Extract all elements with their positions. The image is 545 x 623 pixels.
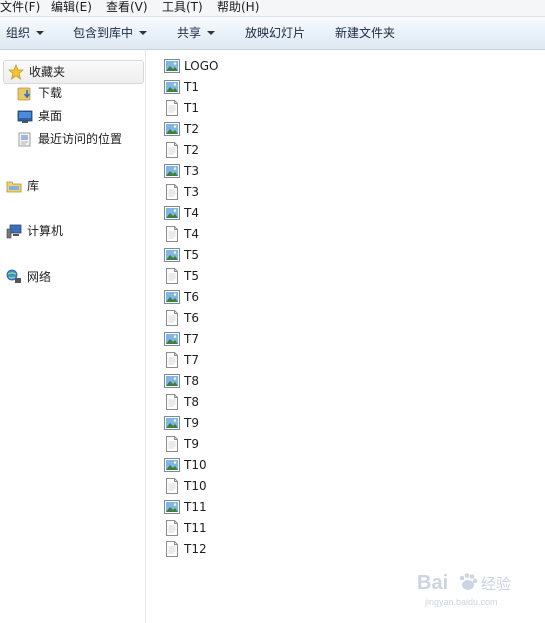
text-file-icon — [164, 478, 180, 494]
file-name: T12 — [184, 542, 207, 556]
file-name: T5 — [184, 248, 199, 262]
file-name: T8 — [184, 395, 199, 409]
command-bar: 组织 包含到库中 共享 放映幻灯片 新建文件夹 — [0, 17, 545, 50]
nav-favorites[interactable]: 收藏夹 — [3, 60, 144, 84]
file-name: LOGO — [184, 59, 219, 73]
image-file-icon — [164, 331, 180, 347]
text-file-icon — [164, 268, 180, 284]
image-file-icon — [164, 79, 180, 95]
watermark-url: jingyan.baidu.com — [424, 597, 498, 607]
nav-recent-label: 最近访问的位置 — [38, 132, 123, 146]
organize-label: 组织 — [6, 26, 31, 40]
image-file-icon — [164, 121, 180, 137]
text-file-icon — [164, 394, 180, 410]
menu-edit[interactable]: 编辑(E) — [51, 0, 92, 16]
text-file-icon — [164, 352, 180, 368]
nav-network[interactable]: 网络 — [6, 266, 142, 288]
computer-icon — [6, 223, 22, 239]
text-file-icon — [164, 100, 180, 116]
desktop-icon — [17, 108, 33, 124]
include-library-button[interactable]: 包含到库中 — [73, 17, 148, 49]
file-name: T7 — [184, 332, 199, 346]
nav-network-label: 网络 — [27, 270, 52, 284]
file-name: T3 — [184, 185, 199, 199]
watermark-brand2: 经验 — [481, 575, 511, 593]
image-file-icon — [164, 457, 180, 473]
menu-tools[interactable]: 工具(T) — [162, 0, 203, 16]
file-name: T2 — [184, 122, 199, 136]
download-folder-icon — [17, 85, 33, 101]
image-file-icon — [164, 163, 180, 179]
file-name: T11 — [184, 521, 207, 535]
file-name: T2 — [184, 143, 199, 157]
new-folder-button[interactable]: 新建文件夹 — [335, 17, 395, 49]
image-file-icon — [164, 373, 180, 389]
network-icon — [6, 269, 22, 285]
image-file-icon — [164, 247, 180, 263]
text-file-icon — [164, 436, 180, 452]
file-name: T9 — [184, 437, 199, 451]
watermark: Bai 经验 jingyan.baidu.com — [417, 567, 527, 609]
organize-button[interactable]: 组织 — [6, 17, 45, 49]
file-name: T11 — [184, 500, 207, 514]
text-file-icon — [164, 184, 180, 200]
chevron-down-icon — [139, 30, 148, 35]
file-name: T7 — [184, 353, 199, 367]
file-name: T4 — [184, 206, 199, 220]
file-name: T6 — [184, 311, 199, 325]
text-file-icon — [164, 520, 180, 536]
nav-downloads[interactable]: 下载 — [17, 82, 142, 104]
menu-help[interactable]: 帮助(H) — [217, 0, 259, 16]
nav-libraries[interactable]: 库 — [6, 175, 142, 197]
file-name: T8 — [184, 374, 199, 388]
nav-downloads-label: 下载 — [38, 86, 63, 100]
share-button[interactable]: 共享 — [177, 17, 216, 49]
file-name: T5 — [184, 269, 199, 283]
file-name: T9 — [184, 416, 199, 430]
file-name: T4 — [184, 227, 199, 241]
file-list: LOGO T1 T1 T2 T2 T3 T3 T4 T4 T5 T5 T6 T6 T7 T7 T8 T8 T9 T9… — [146, 50, 545, 623]
text-file-icon — [164, 142, 180, 158]
menu-view[interactable]: 查看(V) — [106, 0, 148, 16]
image-file-icon — [164, 58, 180, 74]
menu-file[interactable]: 文件(F) — [0, 0, 40, 16]
library-icon — [6, 178, 22, 194]
navigation-pane: 收藏夹 下载 桌面 最近访问的位置 库 计算机 网络 — [0, 50, 146, 623]
nav-desktop-label: 桌面 — [38, 109, 63, 123]
watermark-brand: Bai — [417, 572, 448, 594]
image-file-icon — [164, 499, 180, 515]
nav-computer-label: 计算机 — [27, 224, 64, 238]
image-file-icon — [164, 289, 180, 305]
file-name: T10 — [184, 479, 207, 493]
paw-icon — [459, 573, 478, 590]
image-file-icon — [164, 205, 180, 221]
chevron-down-icon — [36, 30, 45, 35]
include-library-label: 包含到库中 — [73, 26, 134, 40]
nav-desktop[interactable]: 桌面 — [17, 105, 142, 127]
text-file-icon — [164, 226, 180, 242]
recent-places-icon — [17, 131, 33, 147]
slideshow-button[interactable]: 放映幻灯片 — [245, 17, 305, 49]
file-name: T3 — [184, 164, 199, 178]
chevron-down-icon — [207, 30, 216, 35]
nav-recent[interactable]: 最近访问的位置 — [17, 128, 142, 150]
file-name: T10 — [184, 458, 207, 472]
file-name: T1 — [184, 101, 199, 115]
nav-computer[interactable]: 计算机 — [6, 220, 142, 242]
file-name: T6 — [184, 290, 199, 304]
text-file-icon — [164, 310, 180, 326]
star-icon — [7, 63, 25, 80]
file-name: T1 — [184, 80, 199, 94]
menu-bar: 文件(F) 编辑(E) 查看(V) 工具(T) 帮助(H) — [0, 0, 545, 17]
text-file-icon — [164, 541, 180, 557]
share-label: 共享 — [177, 26, 202, 40]
nav-favorites-label: 收藏夹 — [29, 65, 66, 79]
image-file-icon — [164, 415, 180, 431]
nav-libraries-label: 库 — [27, 179, 40, 193]
